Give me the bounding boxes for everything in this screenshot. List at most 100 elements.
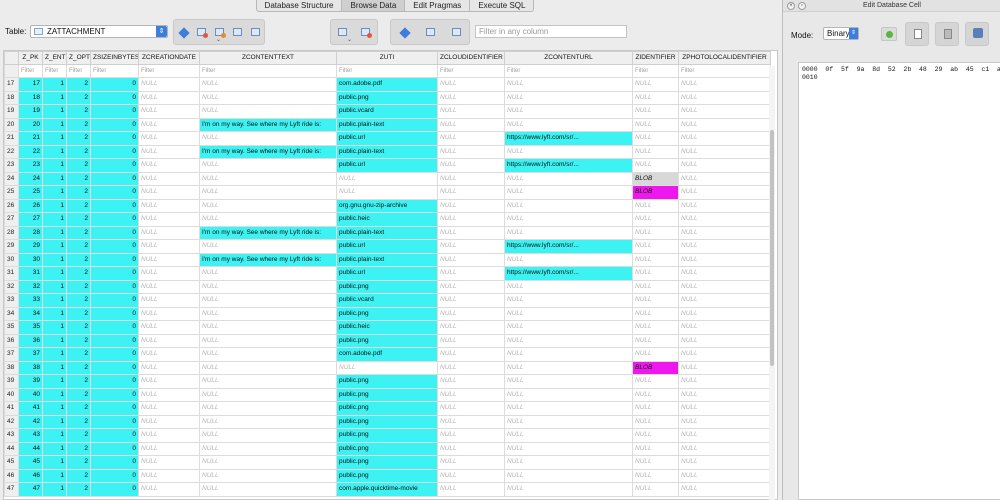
cell-zphotolocalidentifier[interactable]: NULL — [678, 306, 771, 321]
cell-z-opt[interactable]: 2 — [66, 77, 91, 92]
cell-z-ent[interactable]: 1 — [42, 293, 67, 308]
cell-zphotolocalidentifier[interactable]: NULL — [678, 225, 771, 240]
row-number[interactable]: 45 — [4, 455, 19, 470]
filter-input-zsizeinbytes[interactable]: Filter — [90, 64, 139, 78]
cell-z-pk[interactable]: 32 — [18, 279, 43, 294]
cell-zcontenttext[interactable]: NULL — [199, 333, 337, 348]
table-row[interactable]: 40 40 1 2 0 NULL NULL public.png NULL NULL NULL NUL… — [4, 387, 771, 402]
cell-zidentifier[interactable]: NULL — [632, 225, 679, 240]
filter-input-zphotolocalidentifier[interactable]: Filter — [678, 64, 771, 78]
cell-zidentifier[interactable]: NULL — [632, 252, 679, 267]
cell-zidentifier[interactable]: NULL — [632, 117, 679, 132]
cell-zphotolocalidentifier[interactable]: NULL — [678, 185, 771, 200]
table-row[interactable]: 46 46 1 2 0 NULL NULL public.png NULL NULL NULL NUL… — [4, 468, 771, 483]
cell-zuti[interactable]: public.heic — [336, 212, 438, 227]
row-number[interactable]: 44 — [4, 441, 19, 456]
filter-input-zcontenturl[interactable]: Filter — [504, 64, 633, 78]
cell-zidentifier[interactable]: NULL — [632, 482, 679, 497]
cell-zcreationdate[interactable]: NULL — [138, 374, 200, 389]
cell-zcontenturl[interactable]: NULL — [504, 77, 633, 92]
column-header-zcreationdate[interactable]: ZCREATIONDATE — [138, 51, 200, 65]
cell-z-pk[interactable]: 31 — [18, 266, 43, 281]
cell-z-ent[interactable]: 1 — [42, 117, 67, 132]
cell-zsizeinbytes[interactable]: 0 — [90, 252, 139, 267]
cell-zphotolocalidentifier[interactable]: NULL — [678, 374, 771, 389]
row-number[interactable]: 35 — [4, 320, 19, 335]
refresh-button[interactable] — [177, 26, 190, 39]
cell-zcloudidentifier[interactable]: NULL — [437, 252, 505, 267]
row-number[interactable]: 46 — [4, 468, 19, 483]
cell-z-ent[interactable]: 1 — [42, 90, 67, 105]
cell-zcontenturl[interactable]: NULL — [504, 347, 633, 362]
row-number[interactable]: 39 — [4, 374, 19, 389]
cell-zphotolocalidentifier[interactable]: NULL — [678, 428, 771, 443]
filter-input-z_opt[interactable]: Filter — [66, 64, 91, 78]
filter-input-z_pk[interactable]: Filter — [18, 64, 43, 78]
cell-zsizeinbytes[interactable]: 0 — [90, 468, 139, 483]
cell-z-opt[interactable]: 2 — [66, 333, 91, 348]
cell-zcontenttext[interactable]: NULL — [199, 171, 337, 186]
cell-zidentifier[interactable]: NULL — [632, 306, 679, 321]
row-number[interactable]: 32 — [4, 279, 19, 294]
row-number[interactable]: 23 — [4, 158, 19, 173]
cell-zcontenturl[interactable]: NULL — [504, 185, 633, 200]
table-row[interactable]: 26 26 1 2 0 NULL NULL org.gnu.gnu-zip-archive NU… — [4, 198, 771, 213]
cell-z-pk[interactable]: 34 — [18, 306, 43, 321]
cell-zcontenturl[interactable]: https://www.lyft.com/sr/... — [504, 239, 633, 254]
cell-zcloudidentifier[interactable]: NULL — [437, 468, 505, 483]
cell-zidentifier[interactable]: NULL — [632, 414, 679, 429]
cell-zcreationdate[interactable]: NULL — [138, 455, 200, 470]
cell-zphotolocalidentifier[interactable]: NULL — [678, 198, 771, 213]
column-header-zidentifier[interactable]: ZIDENTIFIER — [632, 51, 679, 65]
cell-z-pk[interactable]: 36 — [18, 333, 43, 348]
cell-zsizeinbytes[interactable]: 0 — [90, 482, 139, 497]
cell-zidentifier[interactable]: NULL — [632, 428, 679, 443]
cell-z-opt[interactable]: 2 — [66, 225, 91, 240]
cell-zidentifier[interactable]: NULL — [632, 198, 679, 213]
copy-create-button[interactable] — [451, 27, 462, 38]
cell-z-opt[interactable]: 2 — [66, 387, 91, 402]
cell-z-opt[interactable]: 2 — [66, 374, 91, 389]
cell-zcloudidentifier[interactable]: NULL — [437, 441, 505, 456]
cell-z-pk[interactable]: 28 — [18, 225, 43, 240]
row-number[interactable]: 20 — [4, 117, 19, 132]
cell-zcreationdate[interactable]: NULL — [138, 279, 200, 294]
table-row[interactable]: 20 20 1 2 0 NULL I'm on my way. See where my L… — [4, 117, 771, 132]
cell-zidentifier[interactable]: NULL — [632, 90, 679, 105]
cell-zcontenturl[interactable]: NULL — [504, 212, 633, 227]
cell-zsizeinbytes[interactable]: 0 — [90, 387, 139, 402]
cell-zcloudidentifier[interactable]: NULL — [437, 320, 505, 335]
cell-zcreationdate[interactable]: NULL — [138, 171, 200, 186]
cell-zcreationdate[interactable]: NULL — [138, 293, 200, 308]
table-row[interactable]: 41 41 1 2 0 NULL NULL public.png NULL NULL NULL NUL… — [4, 401, 771, 416]
cell-zuti[interactable]: com.apple.quicktime-movie — [336, 482, 438, 497]
cell-zcloudidentifier[interactable]: NULL — [437, 131, 505, 146]
cell-zidentifier[interactable]: NULL — [632, 279, 679, 294]
cell-zuti[interactable]: com.adobe.pdf — [336, 77, 438, 92]
cell-z-pk[interactable]: 43 — [18, 428, 43, 443]
cell-z-pk[interactable]: 22 — [18, 144, 43, 159]
row-number[interactable]: 37 — [4, 347, 19, 362]
cell-zcloudidentifier[interactable]: NULL — [437, 306, 505, 321]
table-row[interactable]: 17 17 1 2 0 NULL NULL com.adobe.pdf NULL NULL NULL… — [4, 77, 771, 92]
auto-format-button[interactable] — [881, 27, 897, 41]
row-number[interactable]: 27 — [4, 212, 19, 227]
cell-z-ent[interactable]: 1 — [42, 414, 67, 429]
cell-zcontenttext[interactable]: NULL — [199, 185, 337, 200]
cell-zcontenttext[interactable]: NULL — [199, 455, 337, 470]
cell-z-pk[interactable]: 37 — [18, 347, 43, 362]
row-number[interactable]: 31 — [4, 266, 19, 281]
column-header-zsizeinbytes[interactable]: ZSIZEINBYTES — [90, 51, 139, 65]
cell-z-ent[interactable]: 1 — [42, 347, 67, 362]
cell-zphotolocalidentifier[interactable]: NULL — [678, 239, 771, 254]
cell-zidentifier[interactable]: NULL — [632, 293, 679, 308]
cell-z-opt[interactable]: 2 — [66, 401, 91, 416]
cell-z-opt[interactable]: 2 — [66, 293, 91, 308]
cell-zsizeinbytes[interactable]: 0 — [90, 441, 139, 456]
row-number[interactable]: 28 — [4, 225, 19, 240]
cell-zcontenturl[interactable]: https://www.lyft.com/sr/... — [504, 158, 633, 173]
cell-zcontenttext[interactable]: NULL — [199, 239, 337, 254]
cell-z-ent[interactable]: 1 — [42, 225, 67, 240]
cell-zidentifier[interactable]: NULL — [632, 131, 679, 146]
cell-zuti[interactable]: public.png — [336, 333, 438, 348]
